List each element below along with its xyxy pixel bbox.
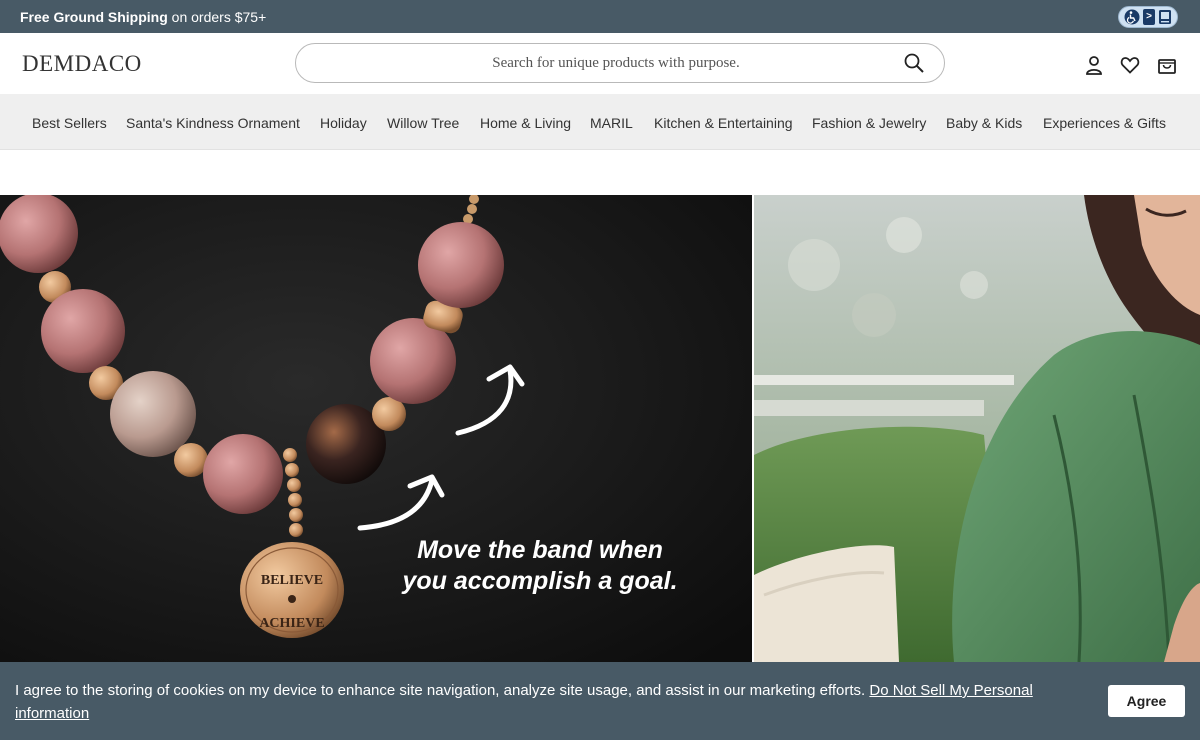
nav-item-kitchen-entertaining[interactable]: Kitchen & Entertaining: [654, 115, 793, 131]
free-shipping-rest: on orders $75+: [167, 9, 267, 25]
hero-caption: Move the band when you accomplish a goal…: [360, 535, 720, 597]
screen-icon: [1158, 10, 1171, 24]
account-icon[interactable]: [1084, 55, 1104, 75]
nav-item-best-sellers[interactable]: Best Sellers: [32, 115, 107, 131]
promo-bar: Free Ground Shipping on orders $75+ >: [0, 0, 1200, 33]
heart-icon[interactable]: [1120, 55, 1140, 75]
cookie-consent-banner: I agree to the storing of cookies on my …: [0, 662, 1200, 740]
charm-text-achieve: ACHIEVE: [259, 616, 324, 631]
hero-bracelet-image[interactable]: BELIEVE ACHIEVE Move the band when you a…: [0, 195, 752, 662]
nav-item-baby-kids[interactable]: Baby & Kids: [946, 115, 1022, 131]
nav-item-santas-kindness-ornament[interactable]: Santa's Kindness Ornament: [126, 115, 300, 131]
lifestyle-illustration: [754, 195, 1200, 662]
nav-item-fashion-jewelry[interactable]: Fashion & Jewelry: [812, 115, 926, 131]
cookie-message-text: I agree to the storing of cookies on my …: [15, 682, 870, 699]
nav-item-maril[interactable]: MARIL: [590, 115, 633, 131]
nav-item-willow-tree[interactable]: Willow Tree: [387, 115, 459, 131]
site-header: DEMDACO: [0, 33, 1200, 94]
main-nav: Best Sellers Santa's Kindness Ornament H…: [0, 94, 1200, 150]
agree-button[interactable]: Agree: [1108, 685, 1185, 717]
bag-icon[interactable]: [1157, 55, 1177, 75]
charm-text-believe: BELIEVE: [261, 573, 323, 588]
nav-item-holiday[interactable]: Holiday: [320, 115, 367, 131]
search-bar: [295, 43, 945, 83]
chevron-right-icon: >: [1142, 9, 1155, 25]
search-icon[interactable]: [904, 53, 924, 73]
free-shipping-text: Free Ground Shipping on orders $75+: [20, 8, 266, 26]
search-input[interactable]: [296, 44, 896, 82]
nav-item-home-living[interactable]: Home & Living: [480, 115, 571, 131]
cookie-message: I agree to the storing of cookies on my …: [15, 679, 1075, 725]
accessibility-toggle[interactable]: >: [1118, 6, 1178, 28]
accessibility-icon: [1124, 9, 1140, 25]
free-shipping-bold: Free Ground Shipping: [20, 9, 168, 25]
demdaco-logo[interactable]: DEMDACO: [22, 51, 142, 77]
hero-caption-line-1: Move the band when: [417, 536, 663, 564]
nav-item-experiences-gifts[interactable]: Experiences & Gifts: [1043, 115, 1166, 131]
hero-lifestyle-image[interactable]: [754, 195, 1200, 662]
hero-caption-line-2: you accomplish a goal.: [402, 567, 678, 595]
